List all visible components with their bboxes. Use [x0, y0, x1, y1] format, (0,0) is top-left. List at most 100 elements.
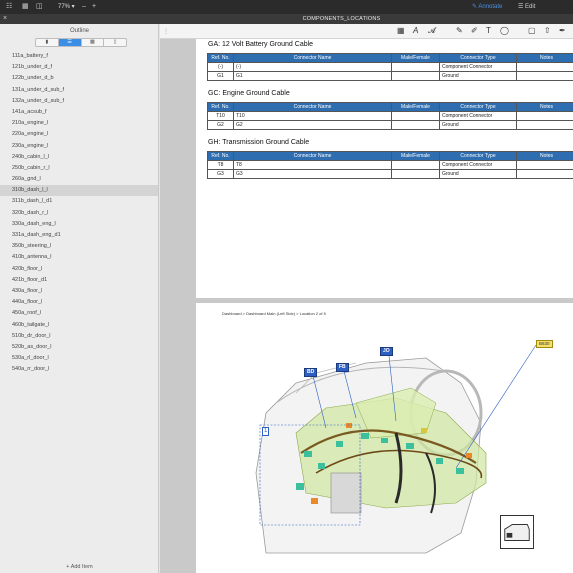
- outline-item[interactable]: 420b_floor_l: [0, 264, 158, 275]
- column-header: Male/Female: [391, 102, 440, 112]
- table-cell: (-): [233, 62, 392, 72]
- table-cell: Component Connector: [439, 160, 517, 170]
- callout-label[interactable]: FB: [336, 363, 349, 372]
- component-callout[interactable]: B630: [536, 340, 553, 348]
- outline-item[interactable]: 460b_tailgate_l: [0, 320, 158, 331]
- stamp-icon[interactable]: ⇧: [544, 26, 551, 36]
- outline-item[interactable]: 530a_rl_door_l: [0, 353, 158, 364]
- outline-item[interactable]: 311b_dash_l_d1: [0, 196, 158, 207]
- outline-item[interactable]: 260a_gnd_l: [0, 174, 158, 185]
- outline-item[interactable]: 520b_as_door_l: [0, 342, 158, 353]
- table-cell: Component Connector: [439, 111, 517, 121]
- callout-label[interactable]: BD: [304, 368, 318, 377]
- connector-table: Ref. No. Connector Name Male/Female Connect…: [207, 151, 573, 179]
- outline-item[interactable]: 320b_dash_r_l: [0, 208, 158, 219]
- table-header-row: Ref. No. Connector Name Male/Female Connect…: [207, 53, 573, 63]
- outline-item[interactable]: 240b_cabin_l_l: [0, 152, 158, 163]
- table-cell: [516, 71, 573, 81]
- table-cell: [391, 62, 440, 72]
- outline-item[interactable]: 220a_engine_l: [0, 129, 158, 140]
- sidebar-toggle-icon[interactable]: ☷: [6, 3, 12, 11]
- callout-label[interactable]: JO: [380, 347, 393, 356]
- column-header: Connector Type: [439, 53, 517, 63]
- outline-item[interactable]: 210a_engine_l: [0, 118, 158, 129]
- table-cell: [516, 120, 573, 130]
- shapes-icon[interactable]: ◯: [500, 26, 509, 36]
- outline-sidebar: Outline ▮ ☰ ▩ ▯ 111a_battery_f 121b_under…: [0, 24, 159, 573]
- table-cell: T10: [207, 111, 234, 121]
- outline-item[interactable]: 440a_floor_l: [0, 297, 158, 308]
- table-row: (-) (-) Component Connector: [207, 62, 573, 72]
- outline-item[interactable]: 430a_floor_l: [0, 286, 158, 297]
- zone-label: 1: [262, 427, 270, 436]
- text-tool-icon[interactable]: T: [486, 26, 491, 36]
- outline-item[interactable]: 450a_roof_l: [0, 308, 158, 319]
- column-header: Male/Female: [391, 151, 440, 161]
- column-header: Connector Type: [439, 102, 517, 112]
- outline-item[interactable]: 510b_dr_door_l: [0, 331, 158, 342]
- section-title: GC: Engine Ground Cable: [208, 90, 290, 97]
- strikethrough-text-icon[interactable]: 𝓐: [428, 26, 436, 36]
- section-title: GH: Transmission Ground Cable: [208, 139, 310, 146]
- text-box-icon[interactable]: ▦: [397, 26, 405, 36]
- column-header: Connector Name: [233, 151, 392, 161]
- annotation-toolbar: ⋮ ▦ A 𝓐 ✎ ✐ T ◯ ▢ ⇧ ✒: [160, 24, 573, 39]
- text-style-icon[interactable]: A: [413, 26, 418, 36]
- outline-item[interactable]: 122b_under_d_b: [0, 73, 158, 84]
- table-cell: [516, 169, 573, 179]
- annotate-label: Annotate: [478, 4, 503, 10]
- table-cell: [391, 111, 440, 121]
- location-thumbnail: [500, 515, 534, 549]
- outline-item[interactable]: 230a_engine_l: [0, 141, 158, 152]
- outline-item[interactable]: 410b_antenna_l: [0, 252, 158, 263]
- pen-icon[interactable]: ✎: [456, 26, 463, 36]
- outline-item[interactable]: 350b_steering_l: [0, 241, 158, 252]
- table-cell: Component Connector: [439, 62, 517, 72]
- outline-item[interactable]: 121b_under_d_f: [0, 62, 158, 73]
- outline-item[interactable]: 111a_battery_f: [0, 51, 158, 62]
- add-item-button[interactable]: + Add Item: [0, 564, 159, 570]
- thumbnails-tab-icon[interactable]: ▯: [104, 39, 126, 46]
- table-cell: G2: [207, 120, 234, 130]
- drag-handle-icon[interactable]: ⋮: [163, 28, 169, 35]
- two-page-view-icon[interactable]: ◫: [36, 3, 43, 11]
- table-header-row: Ref. No. Connector Name Male/Female Connect…: [207, 151, 573, 161]
- title-bar: × COMPONENTS_LOCATIONS: [0, 14, 573, 24]
- outline-item[interactable]: 310b_dash_l_l: [0, 185, 158, 197]
- table-cell: [516, 160, 573, 170]
- document-title: COMPONENTS_LOCATIONS: [302, 16, 381, 22]
- outline-item[interactable]: 132a_under_d_sub_f: [0, 96, 158, 107]
- table-cell: T8: [207, 160, 234, 170]
- signature-icon[interactable]: ✒: [559, 26, 566, 36]
- zoom-out-icon[interactable]: –: [82, 3, 86, 11]
- outline-item[interactable]: 540a_rr_door_l: [0, 364, 158, 375]
- comment-icon[interactable]: ▢: [528, 26, 536, 36]
- table-cell: G2: [233, 120, 392, 130]
- outline-item[interactable]: 141a_acsub_f: [0, 107, 158, 118]
- table-cell: Ground: [439, 71, 517, 81]
- column-header: Notes: [516, 53, 573, 63]
- outline-item[interactable]: 131a_under_d_sub_f: [0, 85, 158, 96]
- bookmark-tab-icon[interactable]: ▮: [36, 39, 59, 46]
- top-toolbar: ☷ ▦ ◫ 77% ▾ – + ✎ Annotate ☰ Edit: [0, 0, 573, 14]
- highlighter-icon[interactable]: ✐: [471, 26, 478, 36]
- outline-item[interactable]: 330a_dash_eng_l: [0, 219, 158, 230]
- outline-item[interactable]: 250b_cabin_r_l: [0, 163, 158, 174]
- zoom-control[interactable]: 77% ▾: [58, 2, 75, 12]
- table-cell: [391, 120, 440, 130]
- table-cell: [516, 111, 573, 121]
- sidebar-title: Outline: [69, 28, 89, 34]
- document-viewer[interactable]: GA: 12 Volt Battery Ground Cable Ref. No.…: [160, 39, 573, 573]
- document-page-1: GA: 12 Volt Battery Ground Cable Ref. No.…: [196, 39, 573, 298]
- connector-table: Ref. No. Connector Name Male/Female Connect…: [207, 53, 573, 81]
- edit-button[interactable]: ☰ Edit: [518, 2, 535, 12]
- column-header: Notes: [516, 102, 573, 112]
- outline-tab-icon[interactable]: ☰: [58, 39, 82, 46]
- outline-item[interactable]: 331a_dash_eng_d1: [0, 230, 158, 241]
- outline-item[interactable]: 421b_floor_d1: [0, 275, 158, 286]
- annotate-button[interactable]: ✎ Annotate: [472, 2, 502, 12]
- table-row: T8 T8 Component Connector: [207, 160, 573, 170]
- grid-view-icon[interactable]: ▦: [22, 3, 29, 11]
- zoom-in-icon[interactable]: +: [92, 3, 96, 11]
- annotations-tab-icon[interactable]: ▩: [82, 39, 105, 46]
